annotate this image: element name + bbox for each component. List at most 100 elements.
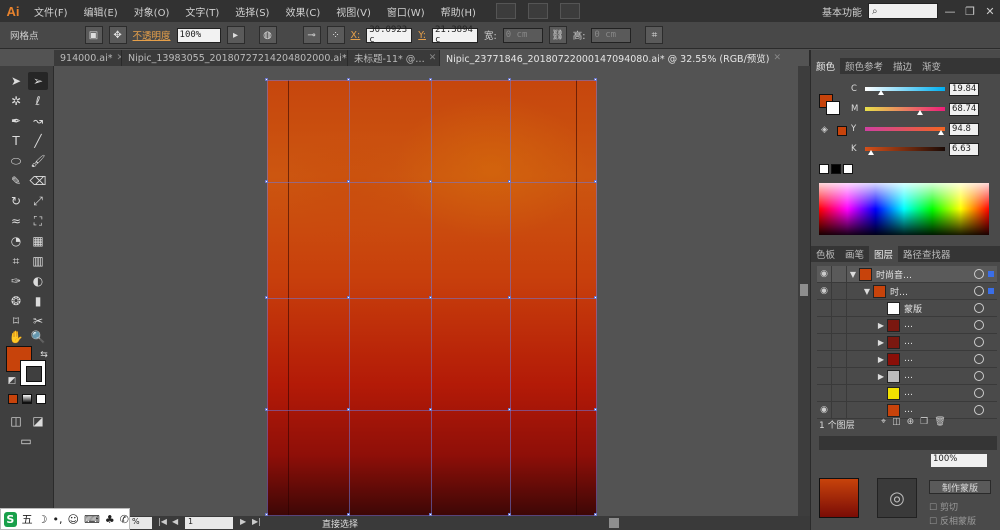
paintbrush-tool-icon[interactable]: 🖌 bbox=[28, 152, 48, 170]
default-colors-icon[interactable]: ◩ bbox=[2, 372, 22, 390]
layer-row[interactable]: ◉ ▼ 时… bbox=[817, 282, 997, 300]
zoom-tool-icon[interactable]: 🔍 bbox=[28, 328, 48, 346]
close-icon[interactable]: ✕ bbox=[773, 53, 781, 63]
isolate-icon[interactable]: ▣ bbox=[84, 26, 103, 44]
color-mode-icon[interactable] bbox=[8, 394, 18, 404]
mesh-anchor-point[interactable] bbox=[265, 78, 268, 81]
arrange-documents-icon[interactable] bbox=[527, 3, 548, 19]
vertical-scrollbar-thumb[interactable] bbox=[800, 284, 808, 296]
ime-toolbar[interactable]: S 五 ☽ •, ☺ ⌨ ♣ ✆ bbox=[0, 508, 130, 530]
tab-brushes[interactable]: 画笔 bbox=[840, 246, 869, 262]
black-input[interactable]: 6.63 bbox=[949, 142, 979, 156]
make-mask-button[interactable]: 制作蒙版 bbox=[929, 480, 991, 494]
transparency-thumbnail[interactable] bbox=[819, 478, 859, 518]
make-clipping-mask-icon[interactable]: ◫ bbox=[892, 417, 907, 427]
horizontal-scrollbar-thumb[interactable] bbox=[609, 518, 619, 528]
layer-row[interactable]: … bbox=[817, 384, 997, 402]
selection-indicator[interactable] bbox=[988, 322, 994, 328]
settings-wrench-icon[interactable]: ✆ bbox=[120, 513, 129, 526]
warp-tool-icon[interactable]: ≈ bbox=[6, 212, 26, 230]
menu-help[interactable]: 帮助(H) bbox=[433, 4, 484, 19]
layer-name[interactable]: … bbox=[904, 405, 974, 415]
expand-arrow-icon[interactable]: ▶ bbox=[875, 372, 887, 381]
restore-button[interactable]: ❐ bbox=[960, 5, 980, 18]
pencil-tool-icon[interactable]: ✎ bbox=[6, 172, 26, 190]
mesh-anchor-point[interactable] bbox=[347, 296, 350, 299]
layer-row[interactable]: ▶… bbox=[817, 350, 997, 368]
menu-edit[interactable]: 编辑(E) bbox=[76, 4, 126, 19]
previous-artboard-icon[interactable]: ◀ bbox=[172, 517, 178, 526]
tab-document-3[interactable]: 未标题-11* @… ✕ bbox=[348, 50, 440, 66]
hand-tool-icon[interactable]: ✋ bbox=[6, 328, 26, 346]
mesh-tool-icon[interactable]: ⌗ bbox=[6, 252, 26, 270]
lock-toggle[interactable] bbox=[831, 282, 847, 300]
layer-name[interactable]: … bbox=[904, 337, 974, 347]
transparency-opacity-input[interactable]: 100% bbox=[931, 454, 987, 467]
draw-mode-icon[interactable]: ◫ bbox=[6, 412, 26, 430]
lock-toggle[interactable] bbox=[831, 333, 847, 351]
invert-mask-checkbox[interactable]: ☐ 反相蒙版 bbox=[929, 514, 976, 527]
swap-fill-stroke-icon[interactable]: ⇆ bbox=[34, 346, 54, 364]
target-circle-icon[interactable] bbox=[974, 388, 984, 398]
status-current-tool[interactable]: 直接选择 bbox=[322, 517, 358, 530]
slider-thumb[interactable] bbox=[917, 110, 924, 115]
tab-stroke[interactable]: 描边 bbox=[888, 58, 917, 74]
menu-effect[interactable]: 效果(C) bbox=[277, 4, 328, 19]
workspace-switcher[interactable]: 基本功能 bbox=[822, 4, 868, 19]
menu-view[interactable]: 视图(V) bbox=[328, 4, 379, 19]
mesh-anchor-point[interactable] bbox=[347, 180, 350, 183]
menu-object[interactable]: 对象(O) bbox=[126, 4, 178, 19]
target-circle-icon[interactable] bbox=[974, 354, 984, 364]
tab-document-active[interactable]: Nipic_23771846_20180722000147094080.ai* … bbox=[440, 50, 810, 66]
mesh-anchor-point[interactable] bbox=[508, 408, 511, 411]
anchor-convert-icon[interactable]: ⊸ bbox=[302, 26, 321, 44]
mesh-anchor-point[interactable] bbox=[594, 78, 597, 81]
layer-row[interactable]: ◉ ▼ 时尚音… bbox=[817, 265, 997, 283]
next-artboard-icon[interactable]: ▶ bbox=[240, 517, 246, 526]
target-circle-icon[interactable] bbox=[974, 269, 984, 279]
tab-document-1[interactable]: 914000.ai*✕ bbox=[54, 50, 122, 66]
voice-icon[interactable]: ☺ bbox=[68, 513, 79, 526]
expand-arrow-icon[interactable]: ▶ bbox=[875, 355, 887, 364]
visibility-eye-icon[interactable]: ◉ bbox=[817, 405, 831, 415]
cyan-input[interactable]: 19.84 bbox=[949, 82, 979, 96]
mesh-anchor-point[interactable] bbox=[594, 296, 597, 299]
screen-mode-icon[interactable]: ▭ bbox=[16, 432, 36, 450]
moon-icon[interactable]: ☽ bbox=[38, 513, 48, 526]
close-icon[interactable]: ✕ bbox=[429, 53, 437, 63]
black-swatch[interactable] bbox=[831, 164, 841, 174]
selection-indicator[interactable] bbox=[988, 390, 994, 396]
lock-toggle[interactable] bbox=[831, 367, 847, 385]
mesh-anchor-point[interactable] bbox=[347, 78, 350, 81]
help-search-input[interactable]: ⌕ bbox=[868, 3, 938, 19]
none-swatch[interactable] bbox=[819, 164, 829, 174]
layer-name[interactable]: … bbox=[904, 320, 974, 330]
layer-name[interactable]: 蒙版 bbox=[904, 302, 974, 315]
artboard-number-input[interactable]: 1 bbox=[185, 517, 233, 529]
mesh-anchor-point[interactable] bbox=[265, 296, 268, 299]
expand-arrow-icon[interactable]: ▼ bbox=[847, 270, 859, 279]
x-coordinate-input[interactable]: 30.0923 c bbox=[366, 25, 413, 45]
zoom-level-input[interactable]: % bbox=[130, 517, 152, 529]
opacity-dropdown-icon[interactable]: ▸ bbox=[226, 26, 245, 44]
target-circle-icon[interactable] bbox=[974, 371, 984, 381]
reference-point-icon[interactable]: ⁘ bbox=[326, 26, 345, 44]
punctuation-icon[interactable]: •, bbox=[53, 513, 63, 526]
layer-row[interactable]: ▶… bbox=[817, 367, 997, 385]
layer-row[interactable]: ▶… bbox=[817, 333, 997, 351]
expand-arrow-icon[interactable]: ▶ bbox=[875, 338, 887, 347]
delete-layer-icon[interactable]: 🗑 bbox=[934, 417, 951, 427]
lasso-tool-icon[interactable]: ℓ bbox=[28, 92, 48, 110]
close-window-button[interactable]: ✕ bbox=[980, 5, 1000, 18]
mesh-anchor-point[interactable] bbox=[508, 180, 511, 183]
mesh-anchor-point[interactable] bbox=[265, 408, 268, 411]
curvature-tool-icon[interactable]: ↝ bbox=[28, 112, 48, 130]
mesh-anchor-point[interactable] bbox=[508, 296, 511, 299]
visibility-eye-icon[interactable]: ◉ bbox=[817, 269, 831, 279]
keyboard-icon[interactable]: ⌨ bbox=[84, 513, 100, 526]
mesh-anchor-point[interactable] bbox=[429, 180, 432, 183]
opacity-input[interactable]: 100% bbox=[176, 27, 221, 43]
height-input[interactable]: 0 cm bbox=[591, 27, 632, 43]
visibility-eye-icon[interactable]: ◉ bbox=[817, 286, 831, 296]
mesh-anchor-point[interactable] bbox=[508, 78, 511, 81]
